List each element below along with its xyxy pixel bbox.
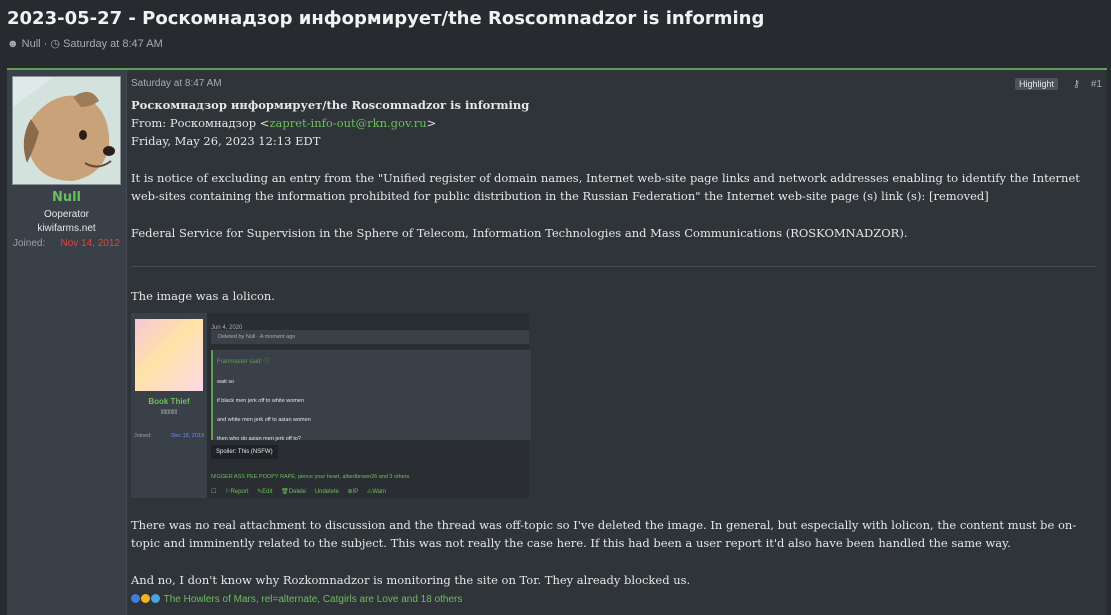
highlight-button[interactable]: Highlight bbox=[1014, 78, 1058, 90]
embed-undelete: Undelete bbox=[314, 489, 339, 495]
feels-reaction-icon bbox=[151, 594, 160, 603]
avatar[interactable] bbox=[12, 76, 121, 185]
embed-warn: ⚠Warn bbox=[366, 489, 387, 495]
post-main: Saturday at 8:47 AM Highlight ⚷ #1 Роско… bbox=[131, 70, 1107, 615]
post-body: Роскомнадзор информирует/the Roscomnadzo… bbox=[131, 96, 1096, 609]
thread-author[interactable]: Null bbox=[22, 38, 41, 50]
post-time[interactable]: Saturday at 8:47 AM bbox=[131, 78, 222, 89]
notice-text: It is notice of excluding an entry from … bbox=[131, 171, 1080, 203]
embed-avatar bbox=[135, 319, 203, 391]
embed-user-title: ▯▯▯▯▯▯ bbox=[160, 409, 178, 415]
thread-title: 2023-05-27 - Роскомнадзор информирует/th… bbox=[7, 8, 765, 29]
divider bbox=[131, 266, 1096, 267]
embed-quote-line: if black men jerk off to white women bbox=[217, 398, 305, 404]
embed-report: ⚐Report bbox=[225, 489, 249, 495]
embed-quote-attribution: Franmaster said: ⓘ bbox=[217, 359, 270, 365]
from-line: From: Роскомнадзор <zapret-info-out@rkn.… bbox=[131, 116, 437, 130]
thread-date[interactable]: Saturday at 8:47 AM bbox=[63, 38, 163, 50]
embed-actions: ☐ ⚐Report ✎Edit 🗑Delete Undelete ⊕IP ⚠Wa… bbox=[211, 483, 393, 501]
joined-label: Joined: bbox=[13, 238, 46, 249]
embed-quote-line: and white men jerk off to asian women bbox=[217, 417, 311, 423]
lolicon-text: The image was a lolicon. bbox=[131, 289, 275, 303]
post: Null Ooperator kiwifarms.net Joined: Nov… bbox=[7, 68, 1107, 615]
embed-joined-date: Dec 18, 2019 bbox=[171, 433, 204, 439]
user-icon: ☻ bbox=[7, 38, 19, 50]
screenshot-embed[interactable]: Book Thief ▯▯▯▯▯▯ Joined: Dec 18, 2019 J… bbox=[131, 313, 531, 501]
username[interactable]: Null bbox=[7, 190, 126, 205]
user-sidebar: Null Ooperator kiwifarms.net Joined: Nov… bbox=[7, 70, 127, 615]
post-actions: Highlight ⚷ #1 bbox=[1014, 78, 1102, 90]
thinking-reaction-icon bbox=[141, 594, 150, 603]
embed-ip: ⊕IP bbox=[347, 489, 359, 495]
embed-joined-label: Joined: bbox=[134, 433, 152, 439]
agency-text: Federal Service for Supervision in the S… bbox=[131, 226, 908, 240]
embed-user: Book Thief ▯▯▯▯▯▯ Joined: Dec 18, 2019 bbox=[131, 313, 207, 498]
explain-text: There was no real attachment to discussi… bbox=[131, 518, 1077, 550]
email-link[interactable]: zapret-info-out@rkn.gov.ru bbox=[269, 116, 426, 130]
date-line: Friday, May 26, 2023 12:13 EDT bbox=[131, 134, 321, 148]
joined-date: Nov 14, 2012 bbox=[60, 238, 121, 249]
post-heading: Роскомнадзор информирует/the Roscomnadzo… bbox=[131, 98, 530, 112]
embed-delete: 🗑Delete bbox=[281, 489, 307, 495]
clock-icon: ◷ bbox=[50, 38, 60, 50]
reactions-bar[interactable]: The Howlers of Mars, rel=alternate, Catg… bbox=[131, 591, 1096, 609]
embed-main: Jun 4, 2020 Deleted by Null · A moment a… bbox=[211, 313, 531, 501]
user-banner: kiwifarms.net bbox=[37, 223, 96, 234]
embed-deleted-notice: Deleted by Null · A moment ago bbox=[211, 330, 529, 344]
reactions-text[interactable]: The Howlers of Mars, rel=alternate, Catg… bbox=[164, 594, 463, 605]
post-number[interactable]: #1 bbox=[1091, 79, 1102, 90]
embed-edit: ✎Edit bbox=[257, 489, 273, 495]
share-icon[interactable]: ⚷ bbox=[1073, 79, 1080, 90]
embed-quote-line: wait so bbox=[217, 379, 235, 385]
tor-text: And no, I don't know why Rozkomnadzor is… bbox=[131, 573, 691, 587]
embed-quote: Franmaster said: ⓘ wait so if black men … bbox=[211, 350, 531, 442]
informative-reaction-icon bbox=[131, 594, 140, 603]
user-title: Ooperator bbox=[43, 209, 90, 220]
embed-select-checkbox: ☐ bbox=[211, 489, 217, 495]
embed-spoiler: Spoiler: This (NSFW) bbox=[211, 445, 278, 459]
thread-meta: ☻ Null · ◷ Saturday at 8:47 AM bbox=[7, 38, 163, 50]
